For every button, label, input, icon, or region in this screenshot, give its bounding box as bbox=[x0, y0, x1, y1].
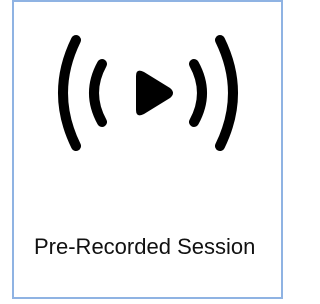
broadcast-play-icon bbox=[38, 18, 258, 168]
pre-recorded-session-card[interactable]: Pre-Recorded Session bbox=[12, 0, 283, 299]
card-label: Pre-Recorded Session bbox=[34, 234, 256, 259]
